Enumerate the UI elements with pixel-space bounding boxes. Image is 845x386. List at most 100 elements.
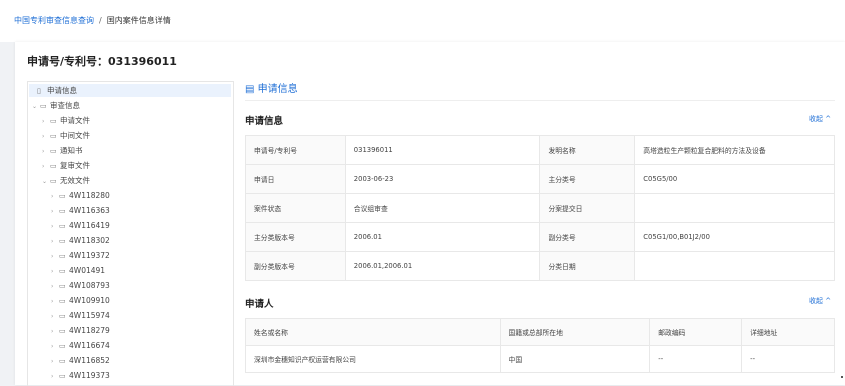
table-cell: 中国 (499, 345, 651, 373)
tree-item[interactable]: › ▭ 4W118280 (51, 189, 110, 202)
chevron-down-icon[interactable]: ⌄ (42, 175, 50, 188)
folder-icon: ▭ (59, 342, 66, 350)
tree-item-label: 申请文件 (60, 116, 90, 125)
breadcrumb-link-query[interactable]: 中国专利审查信息查询 (14, 16, 94, 25)
folder-icon: ▭ (50, 162, 57, 170)
folder-icon: ▭ (40, 102, 47, 110)
field-label: 副分类版本号 (245, 251, 346, 281)
tree-item-label: 申请信息 (47, 86, 77, 95)
tree-item[interactable]: › ▭ 中间文件 (42, 129, 90, 142)
file-tree: ▯ 申请信息 ⌄ ▭ 审查信息 › ▭ 申请文件 › ▭ 中间文件 › ▭ 通知书 › ▭ 复审文件 ⌄ ▭ 无效文件… (27, 81, 234, 386)
chevron-right-icon[interactable]: › (51, 265, 59, 278)
tree-item[interactable]: › ▭ 4W115974 (51, 309, 110, 322)
chevron-right-icon[interactable]: › (51, 340, 59, 353)
chevron-right-icon[interactable]: › (42, 160, 50, 173)
field-label: 主分类号 (539, 164, 636, 194)
tree-item[interactable]: › ▭ 通知书 (42, 144, 83, 157)
tree-item[interactable]: › ▭ 4W118279 (51, 324, 110, 337)
chevron-right-icon[interactable]: › (51, 220, 59, 233)
tree-item[interactable]: › ▭ 申请文件 (42, 114, 90, 127)
folder-icon: ▭ (50, 177, 57, 185)
chevron-right-icon[interactable]: › (51, 325, 59, 338)
field-value: C05G1/00,B01J2/00 (634, 222, 835, 252)
chevron-right-icon[interactable]: › (51, 310, 59, 323)
chevron-down-icon[interactable]: ⌄ (32, 100, 40, 113)
tree-item-label: 无效文件 (60, 176, 90, 185)
table-cell: -- (649, 345, 743, 373)
breadcrumb-separator: / (99, 16, 102, 25)
field-value: 031396011 (344, 135, 541, 165)
folder-icon: ▭ (59, 312, 66, 320)
field-label: 申请号/专利号 (245, 135, 346, 165)
tree-item[interactable]: ⌄ ▭ 审查信息 (32, 99, 80, 112)
tree-item[interactable]: › ▭ 4W116674 (51, 339, 110, 352)
chevron-right-icon[interactable]: › (51, 355, 59, 368)
chevron-right-icon[interactable]: › (51, 370, 59, 383)
tree-item[interactable]: › ▭ 4W109910 (51, 294, 110, 307)
app-info-table: 申请号/专利号 031396011 发明名称 高塔造粒生产颗粒复合肥料的方法及设备 申请… (245, 135, 835, 281)
chevron-right-icon[interactable]: › (51, 295, 59, 308)
table-row: 主分类版本号 2006.01 副分类号 C05G1/00,B01J2/00 (245, 222, 835, 252)
tree-item-label: 4W116419 (69, 221, 110, 230)
tree-item[interactable]: ▯ 申请信息 (29, 84, 231, 97)
app-info-title: 申请信息 (245, 116, 284, 127)
app-info-collapse-button[interactable]: 收起 ^ (809, 114, 831, 124)
folder-icon: ▭ (59, 282, 66, 290)
breadcrumb: 中国专利审查信息查询 / 国内案件信息详情 (0, 0, 845, 42)
file-icon: ▯ (37, 87, 41, 95)
chevron-right-icon[interactable]: › (42, 115, 50, 128)
chevron-right-icon[interactable]: › (51, 280, 59, 293)
tree-item-label: 4W116852 (69, 356, 110, 365)
field-label: 副分类号 (539, 222, 636, 252)
tree-item[interactable]: › ▭ 4W01491 (51, 264, 105, 277)
tree-item[interactable]: › ▭ 4W119373 (51, 369, 110, 382)
column-header: 详细地址 (741, 318, 835, 346)
folder-icon: ▭ (59, 222, 66, 230)
table-row: 副分类版本号 2006.01,2006.01 分类日期 (245, 251, 835, 281)
chevron-right-icon[interactable]: › (51, 250, 59, 263)
folder-icon: ▭ (59, 192, 66, 200)
field-label: 案件状态 (245, 193, 346, 223)
tree-item-label: 4W01491 (69, 266, 106, 275)
folder-icon: ▭ (59, 327, 66, 335)
tree-item-label: 4W118280 (69, 191, 110, 200)
tree-item-label: 4W116674 (69, 341, 110, 350)
breadcrumb-current: 国内案件信息详情 (106, 16, 171, 25)
tree-item[interactable]: › ▭ 4W116363 (51, 204, 110, 217)
tree-item-label: 4W109910 (69, 296, 110, 305)
tree-item[interactable]: › ▭ 复审文件 (42, 159, 90, 172)
chevron-right-icon[interactable]: › (42, 130, 50, 143)
chevron-right-icon[interactable]: › (51, 190, 59, 203)
field-value (634, 193, 835, 223)
tree-item[interactable]: › ▭ 4W116852 (51, 354, 110, 367)
folder-icon: ▭ (59, 237, 66, 245)
document-icon: ▤ (245, 84, 255, 95)
corner-mark (841, 376, 843, 378)
table-row: 申请号/专利号 031396011 发明名称 高塔造粒生产颗粒复合肥料的方法及设备 (245, 135, 835, 165)
tree-item-label: 审查信息 (50, 101, 80, 110)
table-row: 案件状态 合议组审查 分案提交日 (245, 193, 835, 223)
tree-item-label: 4W118279 (69, 326, 110, 335)
field-label: 申请日 (245, 164, 346, 194)
field-value: 2006.01,2006.01 (344, 251, 541, 281)
table-row: 申请日 2003-06-23 主分类号 C05G5/00 (245, 164, 835, 194)
folder-icon: ▭ (59, 372, 66, 380)
tree-item[interactable]: › ▭ 4W118302 (51, 234, 110, 247)
tree-item[interactable]: › ▭ 4W116419 (51, 219, 110, 232)
chevron-right-icon[interactable]: › (42, 145, 50, 158)
field-label: 分类日期 (539, 251, 636, 281)
field-value: 2003-06-23 (344, 164, 541, 194)
column-header: 邮政编码 (649, 318, 743, 346)
tree-item-label: 4W119372 (69, 251, 110, 260)
folder-icon: ▭ (59, 207, 66, 215)
applicant-collapse-button[interactable]: 收起 ^ (809, 296, 831, 306)
folder-icon: ▭ (50, 132, 57, 140)
column-header: 国籍或总部所在地 (499, 318, 651, 346)
chevron-right-icon[interactable]: › (51, 235, 59, 248)
chevron-right-icon[interactable]: › (51, 205, 59, 218)
tree-item[interactable]: › ▭ 4W108793 (51, 279, 110, 292)
detail-card: 申请号/专利号：031396011 ▯ 申请信息 ⌄ ▭ 审查信息 › ▭ 申请文件 › ▭ 中间文… (15, 42, 845, 386)
tree-item-label: 通知书 (60, 146, 83, 155)
tree-item[interactable]: ⌄ ▭ 无效文件 (42, 174, 90, 187)
tree-item[interactable]: › ▭ 4W119372 (51, 249, 110, 262)
